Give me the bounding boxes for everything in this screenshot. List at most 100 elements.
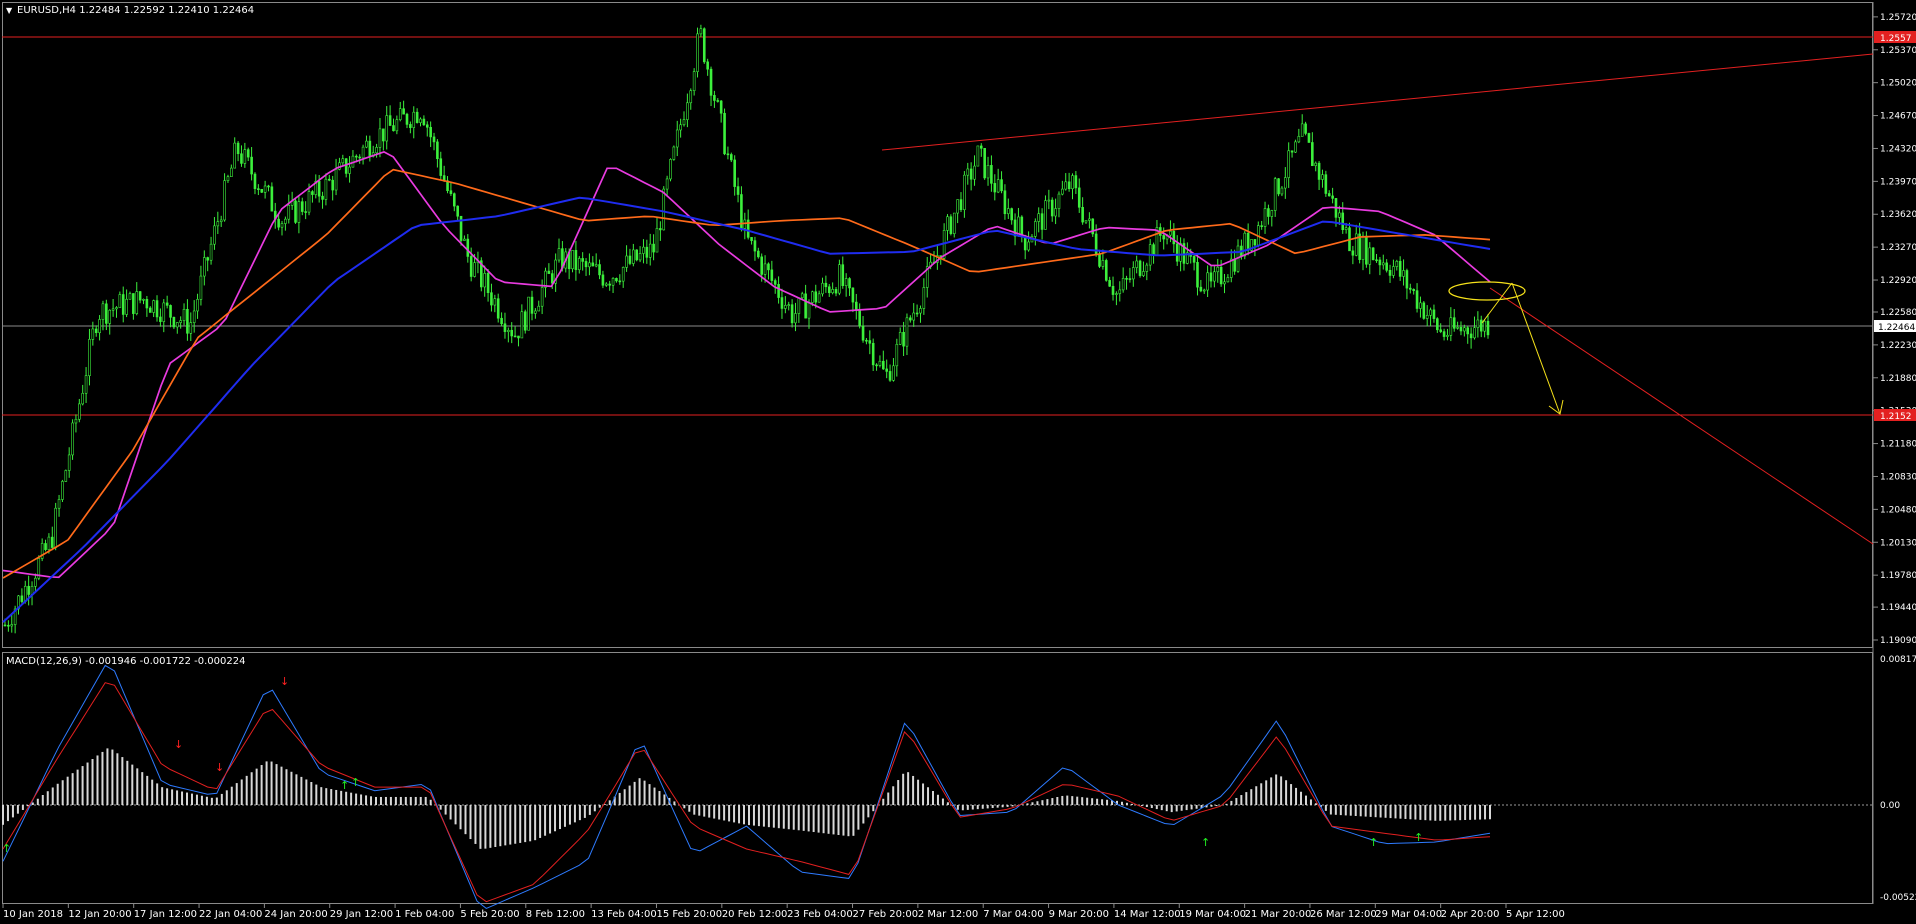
support-price-label: 1.2152: [1880, 412, 1912, 422]
trading-chart-window[interactable]: 1.25720 1.25370 1.25020 1.24670 1.24320 1.239…: [0, 0, 1916, 924]
candle-body: [111, 308, 115, 311]
candle-body: [263, 185, 267, 193]
time-tick-label: 12 Jan 20:00: [68, 909, 131, 920]
candle-body: [226, 176, 230, 181]
candle-body: [1061, 188, 1064, 195]
symbol-dropdown-icon[interactable]: ▼: [6, 6, 13, 15]
candle-body: [449, 190, 453, 194]
candle-body: [1118, 289, 1122, 294]
candle-body: [267, 185, 270, 188]
candle-body: [1409, 287, 1412, 290]
candle-body: [1071, 175, 1074, 190]
price-tick-label: 1.20830: [1880, 472, 1916, 482]
candle-body: [1321, 174, 1324, 180]
candle-body: [517, 335, 520, 339]
candle-body: [1088, 218, 1091, 221]
ma-fast-line: [2, 150, 1491, 579]
candle-body: [1476, 319, 1480, 329]
candle-body: [496, 298, 500, 319]
candle-body: [811, 291, 814, 303]
price-tick-label: 1.23270: [1880, 243, 1916, 253]
candle-body: [1473, 327, 1476, 339]
candle-body: [307, 191, 311, 213]
candle-body: [1074, 175, 1078, 189]
candle-body: [594, 264, 598, 267]
candle-body: [81, 392, 84, 405]
candle-body: [78, 403, 81, 420]
candle-body: [540, 287, 544, 307]
candle-body: [300, 201, 304, 212]
candle-body: [1209, 272, 1213, 282]
candle-body: [463, 238, 466, 241]
candle-body: [405, 113, 409, 125]
candles: [3, 24, 1490, 634]
time-tick-label: 21 Mar 20:00: [1245, 909, 1312, 920]
candle-body: [605, 283, 608, 286]
candle-body: [1007, 208, 1010, 215]
macd-axis: 0.008173 0.00 -0.005225: [1880, 655, 1916, 903]
candle-body: [632, 249, 635, 264]
forecast-arrow-down[interactable]: [1511, 282, 1561, 415]
candle-body: [648, 243, 652, 258]
candle-body: [1121, 278, 1125, 291]
candle-body: [976, 145, 980, 167]
candle-body: [270, 186, 274, 212]
chart-canvas[interactable]: 1.25720 1.25370 1.25020 1.24670 1.24320 1.239…: [0, 0, 1916, 924]
candle-body: [729, 154, 733, 161]
candle-body: [277, 218, 280, 228]
candle-body: [311, 191, 314, 195]
candle-body: [1341, 212, 1345, 230]
candle-body: [233, 142, 237, 169]
macd-panel-frame: [2, 652, 1873, 904]
candle-body: [1047, 199, 1051, 202]
candle-body: [831, 289, 834, 294]
candle-body: [132, 293, 135, 314]
candle-body: [696, 33, 699, 72]
candle-body: [98, 319, 101, 333]
candle-body: [1412, 289, 1415, 291]
candle-body: [1311, 142, 1314, 167]
upper-trendline[interactable]: [881, 53, 1874, 151]
time-tick-label: 15 Feb 20:00: [656, 909, 722, 920]
candle-body: [723, 112, 726, 155]
candle-body: [1463, 327, 1466, 332]
forecast-ellipse[interactable]: [1448, 281, 1526, 301]
candle-body: [507, 329, 510, 332]
candle-body: [851, 287, 855, 303]
candle-body: [402, 108, 405, 115]
candle-body: [672, 146, 676, 160]
candle-body: [902, 331, 905, 347]
time-tick-label: 5 Apr 12:00: [1506, 909, 1565, 920]
candle-body: [1422, 302, 1426, 319]
candle-body: [1115, 293, 1118, 295]
candle-body: [392, 125, 395, 132]
candle-body: [922, 287, 926, 309]
candle-body: [148, 307, 152, 313]
candle-body: [878, 360, 882, 366]
candle-body: [611, 278, 615, 286]
candle-body: [253, 173, 257, 189]
candle-body: [1199, 286, 1203, 292]
time-tick-label: 22 Jan 04:00: [199, 909, 262, 920]
candle-body: [297, 201, 301, 223]
candle-body: [628, 255, 632, 264]
candle-body: [1277, 178, 1280, 195]
candle-body: [892, 365, 895, 381]
candle-body: [784, 305, 787, 309]
candle-body: [1469, 333, 1473, 339]
candle-body: [219, 219, 223, 222]
candle-body: [50, 536, 54, 548]
candle-body: [1020, 216, 1024, 236]
candle-body: [588, 262, 591, 268]
candle-body: [598, 264, 601, 276]
candle-body: [469, 256, 473, 277]
candle-body: [456, 205, 459, 217]
candle-body: [375, 147, 378, 154]
candle-body: [1317, 162, 1321, 180]
candle-body: [179, 320, 182, 323]
candle-body: [145, 299, 149, 309]
candle-body: [689, 90, 693, 104]
candle-body: [682, 119, 686, 126]
forecast-arrow-up[interactable]: [1481, 282, 1513, 324]
candle-body: [169, 305, 172, 318]
